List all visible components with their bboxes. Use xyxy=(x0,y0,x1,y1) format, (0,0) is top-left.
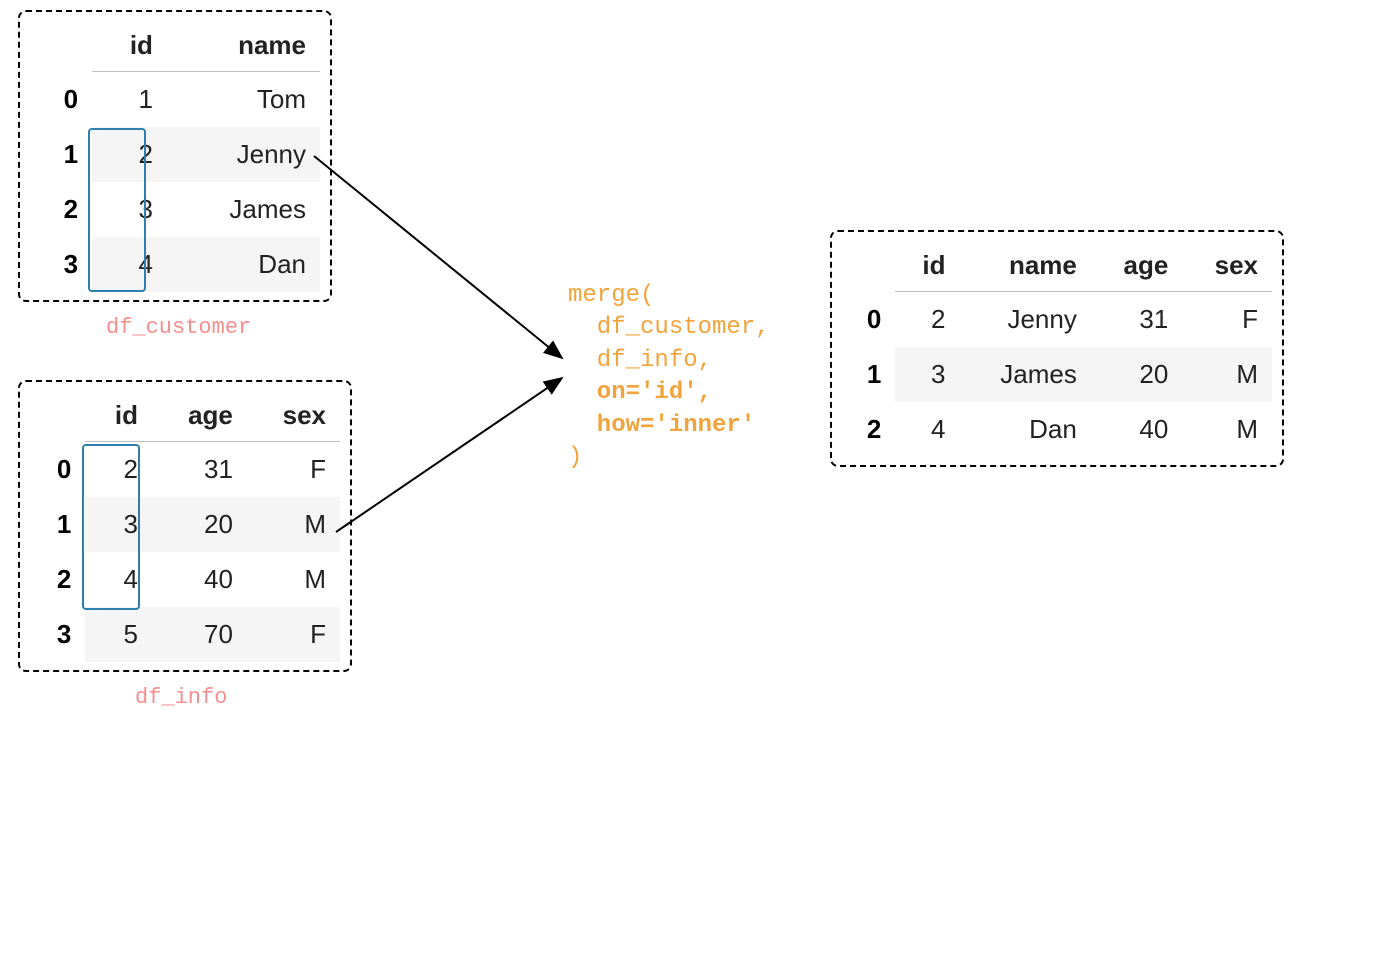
row-index: 0 xyxy=(30,442,85,498)
df-info-label: df_info xyxy=(135,685,227,710)
cell: 5 xyxy=(85,607,152,662)
code-line: merge( xyxy=(568,282,654,309)
col-header: sex xyxy=(247,390,340,442)
row-index: 0 xyxy=(30,72,92,128)
cell: 40 xyxy=(1091,402,1182,457)
cell: F xyxy=(247,442,340,498)
code-line: df_info, xyxy=(568,347,712,374)
col-header: sex xyxy=(1182,240,1272,292)
cell: 2 xyxy=(85,442,152,498)
row-index: 1 xyxy=(30,127,92,182)
cell: James xyxy=(960,347,1091,402)
row-index: 3 xyxy=(30,237,92,292)
code-line: how='inner' xyxy=(568,412,755,439)
cell: 31 xyxy=(1091,292,1182,348)
code-line: on='id', xyxy=(568,379,712,406)
cell: F xyxy=(1182,292,1272,348)
cell: M xyxy=(247,552,340,607)
cell: 2 xyxy=(92,127,167,182)
cell: 2 xyxy=(895,292,959,348)
cell: 20 xyxy=(152,497,247,552)
table-row: 1 2 Jenny xyxy=(30,127,320,182)
df-customer-box: id name 0 1 Tom 1 2 Jenny 2 3 James 3 xyxy=(18,10,332,302)
cell: 3 xyxy=(85,497,152,552)
cell: 3 xyxy=(92,182,167,237)
table-row: 2 4 Dan 40 M xyxy=(842,402,1272,457)
col-header: id xyxy=(92,20,167,72)
cell: M xyxy=(1182,347,1272,402)
df-info-box: id age sex 0 2 31 F 1 3 20 M 2 4 40 xyxy=(18,380,352,672)
cell: 4 xyxy=(895,402,959,457)
table-row: 0 2 31 F xyxy=(30,442,340,498)
blank-header xyxy=(842,240,895,292)
cell: M xyxy=(1182,402,1272,457)
row-index: 2 xyxy=(30,552,85,607)
df-info-table: id age sex 0 2 31 F 1 3 20 M 2 4 40 xyxy=(30,390,340,662)
df-result-table: id name age sex 0 2 Jenny 31 F 1 3 James… xyxy=(842,240,1272,457)
arrow-info-to-merge xyxy=(336,378,562,532)
table-row: 1 3 20 M xyxy=(30,497,340,552)
col-header: name xyxy=(167,20,320,72)
code-line: df_customer, xyxy=(568,314,770,341)
cell: 20 xyxy=(1091,347,1182,402)
cell: 4 xyxy=(85,552,152,607)
row-index: 3 xyxy=(30,607,85,662)
cell: Tom xyxy=(167,72,320,128)
cell: James xyxy=(167,182,320,237)
col-header: name xyxy=(960,240,1091,292)
cell: 40 xyxy=(152,552,247,607)
cell: 3 xyxy=(895,347,959,402)
row-index: 2 xyxy=(842,402,895,457)
cell: Jenny xyxy=(960,292,1091,348)
col-header: id xyxy=(895,240,959,292)
table-row: 0 2 Jenny 31 F xyxy=(842,292,1272,348)
cell: 4 xyxy=(92,237,167,292)
cell: 70 xyxy=(152,607,247,662)
row-index: 2 xyxy=(30,182,92,237)
col-header: age xyxy=(152,390,247,442)
table-row: 1 3 James 20 M xyxy=(842,347,1272,402)
col-header: id xyxy=(85,390,152,442)
table-row: 2 4 40 M xyxy=(30,552,340,607)
df-customer-label: df_customer xyxy=(106,315,251,340)
cell: Dan xyxy=(960,402,1091,457)
cell: M xyxy=(247,497,340,552)
row-index: 1 xyxy=(30,497,85,552)
row-index: 1 xyxy=(842,347,895,402)
cell: F xyxy=(247,607,340,662)
col-header: age xyxy=(1091,240,1182,292)
cell: Dan xyxy=(167,237,320,292)
table-row: 0 1 Tom xyxy=(30,72,320,128)
code-line: ) xyxy=(568,444,582,471)
df-customer-table: id name 0 1 Tom 1 2 Jenny 2 3 James 3 xyxy=(30,20,320,292)
table-row: 3 5 70 F xyxy=(30,607,340,662)
blank-header xyxy=(30,20,92,72)
cell: 31 xyxy=(152,442,247,498)
table-row: 3 4 Dan xyxy=(30,237,320,292)
blank-header xyxy=(30,390,85,442)
merge-code: merge( df_customer, df_info, on='id', ho… xyxy=(568,280,770,474)
cell: 1 xyxy=(92,72,167,128)
row-index: 0 xyxy=(842,292,895,348)
df-result-box: id name age sex 0 2 Jenny 31 F 1 3 James… xyxy=(830,230,1284,467)
table-row: 2 3 James xyxy=(30,182,320,237)
arrow-customer-to-merge xyxy=(314,156,562,358)
cell: Jenny xyxy=(167,127,320,182)
